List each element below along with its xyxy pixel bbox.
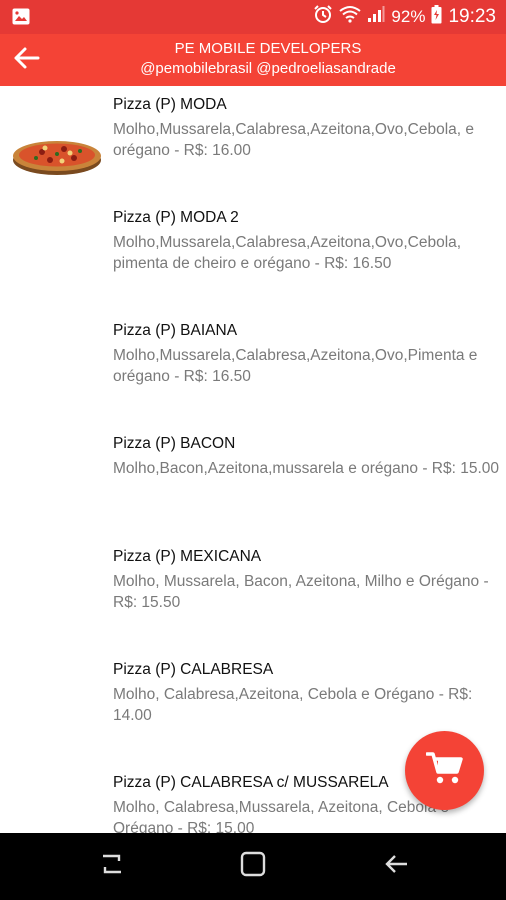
- recent-apps-icon: [99, 852, 125, 881]
- pizza-thumbnail: [12, 136, 102, 181]
- item-description: Molho, Calabresa,Azeitona, Cebola e Orég…: [113, 686, 473, 724]
- item-description: Molho,Mussarela,Calabresa,Azeitona,Ovo,C…: [113, 121, 474, 159]
- cart-button[interactable]: [405, 731, 484, 810]
- menu-item-moda-2[interactable]: Pizza (P) MODA 2 Molho,Mussarela,Calabre…: [0, 199, 506, 312]
- item-description: Molho,Bacon,Azeitona,mussarela e orégano…: [113, 460, 500, 477]
- menu-item-baiana[interactable]: Pizza (P) BAIANA Molho,Mussarela,Calabre…: [0, 312, 506, 425]
- signal-icon: [367, 5, 385, 29]
- item-name: Pizza (P) MODA: [113, 96, 227, 113]
- menu-list[interactable]: Pizza (P) MODA Molho,Mussarela,Calabresa…: [0, 86, 506, 833]
- item-description: Molho,Mussarela,Calabresa,Azeitona,Ovo,P…: [113, 347, 478, 385]
- app-subtitle: @pemobilebrasil @pedroeliasandrade: [140, 60, 396, 77]
- gallery-icon: [12, 8, 30, 30]
- home-button[interactable]: [238, 851, 268, 881]
- item-name: Pizza (P) CALABRESA: [113, 661, 274, 678]
- app-bar: PE MOBILE DEVELOPERS @pemobilebrasil @pe…: [0, 34, 506, 86]
- item-name: Pizza (P) MODA 2: [113, 209, 239, 226]
- app-title: PE MOBILE DEVELOPERS: [174, 40, 362, 57]
- item-name: Pizza (P) BAIANA: [113, 322, 238, 339]
- home-icon: [240, 851, 266, 882]
- item-name: Pizza (P) MEXICANA: [113, 548, 262, 565]
- alarm-icon: [313, 4, 333, 30]
- item-name: Pizza (P) BACON: [113, 435, 236, 452]
- status-bar: 92% 19:23: [0, 0, 506, 34]
- battery-percent: 92%: [391, 7, 426, 26]
- item-description: Molho, Mussarela, Bacon, Azeitona, Milho…: [113, 573, 489, 611]
- back-icon: [383, 852, 409, 881]
- navigation-bar: [0, 833, 506, 900]
- item-description: Molho,Mussarela,Calabresa,Azeitona,Ovo,C…: [113, 234, 462, 272]
- recent-apps-button[interactable]: [97, 851, 127, 881]
- status-time: 19:23: [448, 6, 496, 27]
- menu-item-mexicana[interactable]: Pizza (P) MEXICANA Molho, Mussarela, Bac…: [0, 538, 506, 651]
- cart-icon: [424, 750, 464, 791]
- menu-item-bacon[interactable]: Pizza (P) BACON Molho,Bacon,Azeitona,mus…: [0, 425, 506, 538]
- menu-item-moda[interactable]: Pizza (P) MODA Molho,Mussarela,Calabresa…: [0, 86, 506, 199]
- item-name: Pizza (P) CALABRESA c/ MUSSARELA: [113, 774, 389, 791]
- wifi-icon: [339, 5, 362, 29]
- battery-icon: [431, 4, 442, 30]
- back-nav-button[interactable]: [381, 851, 411, 881]
